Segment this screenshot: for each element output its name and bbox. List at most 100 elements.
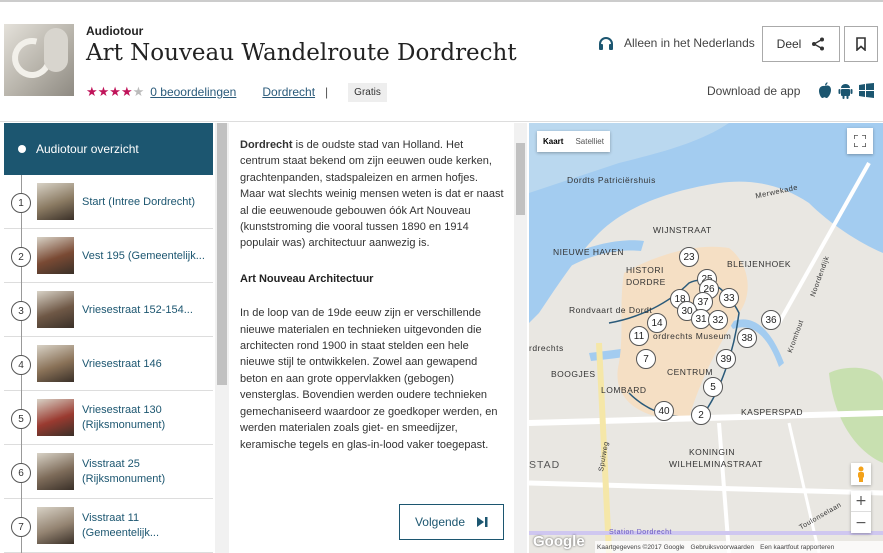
map-type-kaart[interactable]: Kaart	[537, 131, 569, 152]
map-marker-2[interactable]: 2	[691, 405, 711, 425]
article-heading: Art Nouveau Architectuur	[240, 272, 374, 285]
map-marker-38[interactable]: 38	[737, 328, 757, 348]
stop-label: Start (Intree Dordrecht)	[82, 195, 196, 208]
share-button[interactable]: Deel	[762, 26, 840, 62]
stop-label: Visstraat 11 (Gemeentelijk...	[82, 512, 160, 539]
city-link[interactable]: Dordrecht	[262, 85, 315, 99]
map-label-lombard: LOMBARD	[601, 385, 647, 395]
share-label: Deel	[776, 37, 802, 51]
map-label-station: Station Dordrecht	[609, 529, 672, 536]
stop-number: 7	[11, 517, 31, 537]
map-label-nieuwe-haven: NIEUWE HAVEN	[553, 247, 625, 257]
price-badge: Gratis	[348, 82, 387, 102]
map-label-rondvaart: Rondvaart de Dordt	[569, 305, 653, 315]
stop-thumbnail	[37, 507, 74, 544]
stop-thumbnail	[37, 237, 74, 274]
map-marker-14[interactable]: 14	[647, 313, 667, 333]
article-text: Dordrecht is de oudste stad van Holland.…	[240, 137, 505, 472]
stop-thumbnail	[37, 345, 74, 382]
separator: |	[325, 85, 329, 99]
report-error-link[interactable]: Een kaartfout rapporteren	[760, 544, 834, 551]
map-label-stad: STAD	[529, 459, 561, 471]
route-map[interactable]: Kaart Satelliet Dordts Patriciërshuis Me…	[529, 123, 883, 553]
zoom-out-button[interactable]: −	[851, 512, 871, 533]
tour-header: Audiotour Art Nouveau Wandelroute Dordre…	[0, 2, 883, 122]
skip-next-icon	[477, 517, 488, 527]
map-label-wijnstraat: WIJNSTRAAT	[653, 225, 712, 235]
map-marker-7[interactable]: 7	[636, 349, 656, 369]
intro-bold: Dordrecht	[240, 139, 293, 151]
stop-label: Vriesestraat 152-154...	[82, 303, 193, 316]
terms-link[interactable]: Gebruiksvoorwaarden	[691, 544, 755, 551]
map-marker-32[interactable]: 32	[708, 310, 728, 330]
article-intro: Dordrecht is de oudste stad van Holland.…	[240, 137, 505, 252]
google-logo: Google	[533, 533, 585, 550]
sidebar-scrollbar-thumb[interactable]	[217, 123, 227, 385]
stop-number: 4	[11, 355, 31, 375]
zoom-control: + −	[851, 491, 871, 533]
stop-number: 6	[11, 463, 31, 483]
map-marker-36[interactable]: 36	[761, 310, 781, 330]
map-marker-39[interactable]: 39	[716, 349, 736, 369]
apple-icon[interactable]	[818, 82, 832, 99]
intro-text: is de oudste stad van Holland. Het centr…	[240, 139, 504, 250]
map-type-control: Kaart Satelliet	[537, 131, 610, 152]
stops-list: Audiotour overzicht 1 Start (Intree Dordr…	[4, 123, 213, 553]
tour-thumbnail	[4, 24, 74, 96]
overview-label: Audiotour overzicht	[36, 142, 139, 156]
download-app-text: Download de app	[707, 84, 801, 98]
sidebar-item-overview[interactable]: Audiotour overzicht	[4, 123, 213, 175]
sidebar-item-stop[interactable]: 2 Vest 195 (Gemeentelijk...	[4, 229, 213, 283]
map-label-dordrechts: rdrechts	[529, 343, 564, 353]
pegman-icon	[858, 466, 864, 482]
tour-meta: ★★★★★ 0 beoordelingen Dordrecht | Gratis	[86, 82, 387, 102]
sidebar-item-stop[interactable]: 6 Visstraat 25 (Rijksmonument)	[4, 445, 213, 499]
tour-type-label: Audiotour	[86, 24, 144, 38]
stop-label: Visstraat 25 (Rijksmonument)	[82, 458, 166, 485]
stops-sidebar: Audiotour overzicht 1 Start (Intree Dordr…	[4, 123, 230, 553]
map-data-text: Kaartgegevens ©2017 Google	[597, 543, 685, 551]
map-type-satellite[interactable]: Satelliet	[569, 131, 609, 152]
stop-label: Vest 195 (Gemeentelijk...	[82, 249, 205, 262]
sidebar-item-stop[interactable]: 1 Start (Intree Dordrecht)	[4, 175, 213, 229]
stop-thumbnail	[37, 399, 74, 436]
map-label-boogjes: BOOGJES	[551, 369, 596, 379]
next-label: Volgende	[414, 515, 466, 529]
map-marker-11[interactable]: 11	[629, 326, 649, 346]
article-scrollbar-thumb[interactable]	[516, 143, 525, 215]
street-view-button[interactable]	[851, 463, 871, 485]
bookmark-button[interactable]	[844, 26, 878, 62]
map-label-centrum: CENTRUM	[667, 367, 713, 377]
article-panel: Dordrecht is de oudste stad van Holland.…	[230, 123, 527, 553]
android-icon[interactable]	[838, 82, 853, 99]
map-marker-23[interactable]: 23	[679, 247, 699, 267]
sidebar-item-stop[interactable]: 3 Vriesestraat 152-154...	[4, 283, 213, 337]
map-label-patriciershuis: Dordts Patriciërshuis	[567, 175, 656, 185]
next-button[interactable]: Volgende	[399, 504, 504, 540]
map-marker-33[interactable]: 33	[719, 288, 739, 308]
map-label-kasperspad: KASPERSPAD	[741, 407, 804, 417]
map-label-historisch-1: HISTORI	[626, 265, 664, 275]
map-label-wilhelminastraat: WILHELMINASTRAAT	[669, 459, 763, 469]
stop-thumbnail	[37, 183, 74, 220]
sidebar-item-stop[interactable]: 7 Visstraat 11 (Gemeentelijk...	[4, 499, 213, 553]
stop-number: 2	[11, 247, 31, 267]
sidebar-item-stop[interactable]: 5 Vriesestraat 130 (Rijksmonument)	[4, 391, 213, 445]
map-label-museum: ordrechts Museum	[653, 331, 732, 341]
reviews-link[interactable]: 0 beoordelingen	[150, 85, 236, 99]
article-paragraph: In de loop van de 19de eeuw zijn er vers…	[240, 307, 498, 451]
headphones-icon	[599, 37, 613, 50]
zoom-in-button[interactable]: +	[851, 491, 871, 512]
sidebar-item-stop[interactable]: 4 Vriesestraat 146	[4, 337, 213, 391]
page-title: Art Nouveau Wandelroute Dordrecht	[86, 40, 517, 66]
map-label-bleijenhoek: BLEIJENHOEK	[727, 259, 792, 269]
language-info: Alleen in het Nederlands	[598, 36, 755, 50]
stop-number: 3	[11, 301, 31, 321]
windows-icon[interactable]	[859, 83, 874, 98]
rating-stars: ★★★★★	[86, 84, 145, 99]
language-text: Alleen in het Nederlands	[624, 36, 755, 50]
fullscreen-button[interactable]	[847, 128, 873, 154]
map-marker-40[interactable]: 40	[654, 401, 674, 421]
stop-thumbnail	[37, 453, 74, 490]
map-marker-5[interactable]: 5	[703, 377, 723, 397]
